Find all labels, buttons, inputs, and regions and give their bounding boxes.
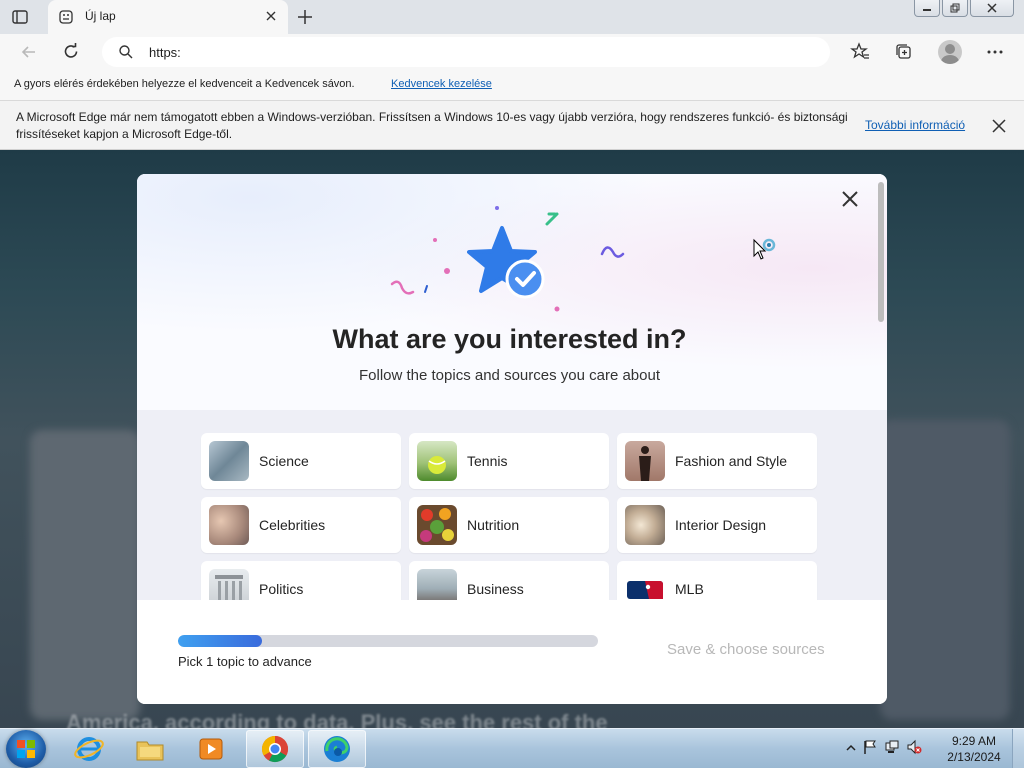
media-player-icon bbox=[199, 738, 223, 760]
topic-card-tennis[interactable]: Tennis bbox=[409, 433, 609, 489]
favorites-bar: A gyors elérés érdekében helyezze el ked… bbox=[0, 70, 1024, 100]
interior-design-thumbnail bbox=[625, 505, 665, 545]
topic-card-business[interactable]: Business bbox=[409, 561, 609, 600]
taskbar-chrome[interactable] bbox=[246, 730, 304, 768]
window-controls bbox=[914, 0, 1014, 18]
topic-label: Business bbox=[467, 581, 524, 597]
action-center-flag-icon[interactable] bbox=[862, 739, 878, 760]
new-tab-button[interactable] bbox=[294, 6, 316, 28]
clock-time: 9:29 AM bbox=[951, 734, 997, 748]
mlb-logo bbox=[625, 569, 665, 600]
progress-hint: Pick 1 topic to advance bbox=[178, 654, 312, 669]
topic-card-fashion-and-style[interactable]: Fashion and Style bbox=[617, 433, 817, 489]
dialog-scrollbar[interactable] bbox=[878, 182, 884, 322]
restore-button[interactable] bbox=[942, 0, 968, 17]
refresh-icon[interactable] bbox=[60, 41, 82, 63]
politics-thumbnail bbox=[209, 569, 249, 600]
internet-explorer-icon bbox=[74, 737, 104, 761]
topic-card-mlb[interactable]: MLB bbox=[617, 561, 817, 600]
close-infobar-icon[interactable] bbox=[992, 119, 1006, 133]
network-icon[interactable] bbox=[884, 739, 900, 760]
dialog-title: What are you interested in? bbox=[332, 324, 687, 354]
busy-cursor-icon bbox=[753, 238, 776, 260]
search-icon bbox=[118, 44, 134, 60]
back-arrow-icon[interactable] bbox=[18, 41, 40, 63]
confetti-icon bbox=[390, 206, 625, 312]
dialog-header: What are you interested in? Follow the t… bbox=[137, 174, 887, 410]
topic-label: Politics bbox=[259, 581, 304, 597]
taskbar-internet-explorer[interactable] bbox=[60, 730, 118, 768]
taskbar-file-explorer[interactable] bbox=[121, 730, 179, 768]
folder-icon bbox=[136, 741, 164, 761]
address-bar[interactable]: https: bbox=[102, 37, 830, 67]
save-choose-sources-button[interactable]: Save & choose sources bbox=[667, 641, 825, 658]
system-tray bbox=[846, 737, 922, 761]
taskbar-edge[interactable] bbox=[308, 730, 366, 768]
windows-taskbar: 9:29 AM 2/13/2024 bbox=[0, 728, 1024, 768]
close-dialog-icon[interactable] bbox=[840, 189, 860, 209]
topics-list: Science Tennis Fashion and Style Celebri… bbox=[137, 410, 887, 600]
science-thumbnail bbox=[209, 441, 249, 481]
topic-label: MLB bbox=[675, 581, 704, 597]
backdrop-card-left bbox=[30, 430, 140, 720]
favorites-star-icon[interactable] bbox=[849, 41, 871, 63]
fashion-thumbnail bbox=[625, 441, 665, 481]
topic-label: Nutrition bbox=[467, 517, 520, 533]
topic-label: Tennis bbox=[467, 453, 508, 469]
backdrop-card-right bbox=[880, 420, 1010, 720]
infobar-message: A Microsoft Edge már nem támogatott ebbe… bbox=[16, 110, 848, 141]
learn-more-link[interactable]: További információ bbox=[865, 118, 965, 132]
collections-icon[interactable] bbox=[893, 41, 915, 63]
topic-card-politics[interactable]: Politics bbox=[201, 561, 401, 600]
tab-title: Új lap bbox=[85, 9, 116, 23]
close-tab-icon[interactable] bbox=[264, 9, 278, 23]
new-tab-icon bbox=[58, 9, 74, 25]
tab-new-tab[interactable]: Új lap bbox=[48, 0, 288, 34]
topic-card-science[interactable]: Science bbox=[201, 433, 401, 489]
topic-progress-fill bbox=[178, 635, 262, 647]
start-button[interactable] bbox=[6, 730, 46, 768]
business-thumbnail bbox=[417, 569, 457, 600]
topic-card-celebrities[interactable]: Celebrities bbox=[201, 497, 401, 553]
tab-strip: Új lap bbox=[0, 0, 1024, 34]
chrome-icon bbox=[261, 735, 289, 763]
nutrition-thumbnail bbox=[417, 505, 457, 545]
close-window-button[interactable] bbox=[970, 0, 1014, 17]
show-hidden-icons[interactable] bbox=[846, 740, 856, 758]
tab-actions-icon[interactable] bbox=[10, 7, 30, 27]
taskbar-clock[interactable]: 9:29 AM 2/13/2024 bbox=[944, 733, 1004, 765]
more-options-icon[interactable] bbox=[984, 41, 1006, 63]
topic-label: Celebrities bbox=[259, 517, 326, 533]
clock-date: 2/13/2024 bbox=[947, 750, 1001, 764]
minimize-button[interactable] bbox=[914, 0, 940, 17]
topic-label: Interior Design bbox=[675, 517, 767, 533]
topic-label: Fashion and Style bbox=[675, 453, 788, 469]
topic-label: Science bbox=[259, 453, 309, 469]
edge-icon bbox=[324, 736, 350, 762]
favorites-bar-message: A gyors elérés érdekében helyezze el ked… bbox=[14, 78, 355, 90]
backdrop-text: America, according to data. Plus, see th… bbox=[66, 710, 608, 728]
topic-progress-bar bbox=[178, 635, 598, 647]
celebrities-thumbnail bbox=[209, 505, 249, 545]
topic-card-interior-design[interactable]: Interior Design bbox=[617, 497, 817, 553]
volume-muted-icon[interactable] bbox=[906, 739, 922, 760]
topic-card-nutrition[interactable]: Nutrition bbox=[409, 497, 609, 553]
tennis-thumbnail bbox=[417, 441, 457, 481]
dialog-subtitle: Follow the topics and sources you care a… bbox=[358, 367, 660, 384]
browser-toolbar: https: bbox=[0, 34, 1024, 70]
manage-favorites-link[interactable]: Kedvencek kezelése bbox=[391, 78, 492, 90]
show-desktop-button[interactable] bbox=[1012, 729, 1024, 768]
unsupported-os-infobar: A Microsoft Edge már nem támogatott ebbe… bbox=[0, 100, 1024, 150]
dialog-footer: Pick 1 topic to advance Save & choose so… bbox=[137, 600, 887, 704]
profile-avatar[interactable] bbox=[938, 40, 962, 64]
address-input[interactable]: https: bbox=[149, 45, 181, 60]
taskbar-media-player[interactable] bbox=[182, 730, 240, 768]
